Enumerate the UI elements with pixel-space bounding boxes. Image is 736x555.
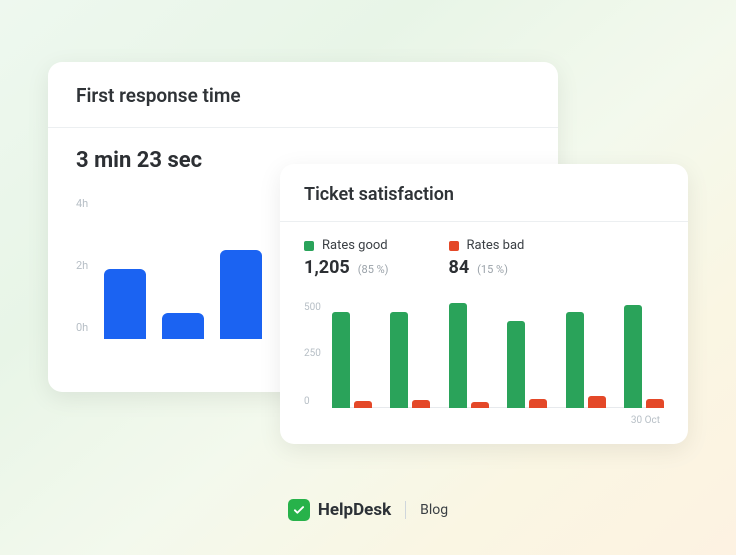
legend-good-pct: (85 %) [358, 263, 389, 276]
footer-blog-label: Blog [420, 502, 448, 518]
card-body: Rates good 1,205 (85 %) Rates bad 84 (15… [280, 222, 688, 440]
first-response-time-chart: 4h 2h 0h [76, 191, 306, 351]
ticket-satisfaction-card: Ticket satisfaction Rates good 1,205 (85… [280, 164, 688, 444]
legend-rates-good: Rates good 1,205 (85 %) [304, 238, 389, 278]
y-axis-label: 2h [76, 259, 88, 272]
chart-bar-bad [471, 402, 489, 408]
chart-plot-area [332, 296, 664, 408]
chart-bar-good [332, 312, 350, 408]
y-axis-label: 0 [304, 396, 310, 407]
brand: HelpDesk [288, 499, 391, 521]
footer: HelpDesk Blog [0, 499, 736, 521]
legend-rates-bad: Rates bad 84 (15 %) [449, 238, 525, 278]
chart-bar-bad [354, 401, 372, 408]
chart-bar-good [507, 321, 525, 408]
legend-label: Rates good [322, 238, 388, 253]
chart-bar [104, 269, 146, 339]
x-axis-label: 30 Oct [631, 415, 660, 426]
footer-separator [405, 501, 406, 519]
chart-bar-group [566, 312, 606, 408]
card-title: First response time [76, 84, 530, 107]
chart-bar-good [390, 312, 408, 408]
chart-bar-group [390, 312, 430, 408]
brand-name: HelpDesk [318, 500, 391, 520]
chart-bar-group [624, 305, 664, 408]
chart-bar-group [449, 303, 489, 408]
chart-bar-bad [588, 396, 606, 408]
y-axis-label: 500 [304, 302, 321, 313]
chart-legend: Rates good 1,205 (85 %) Rates bad 84 (15… [304, 238, 664, 278]
legend-swatch-good [304, 241, 314, 251]
legend-good-value: 1,205 [304, 257, 350, 278]
chart-bar-good [624, 305, 642, 408]
chart-bar-group [507, 321, 547, 408]
y-axis-label: 250 [304, 348, 321, 359]
card-header: Ticket satisfaction [280, 164, 688, 222]
y-axis-label: 0h [76, 321, 88, 334]
chart-bar-bad [529, 399, 547, 408]
legend-bad-pct: (15 %) [477, 263, 508, 276]
chart-bar-good [566, 312, 584, 408]
helpdesk-logo-icon [288, 499, 310, 521]
ticket-satisfaction-chart: 500 250 0 30 Oct [304, 296, 664, 426]
card-header: First response time [48, 62, 558, 128]
chart-bar-good [449, 303, 467, 408]
legend-swatch-bad [449, 241, 459, 251]
legend-bad-value: 84 [449, 257, 470, 278]
chart-bar-group [332, 312, 372, 408]
chart-plot-area [104, 191, 306, 339]
chart-bar-bad [412, 400, 430, 408]
chart-bar-bad [646, 399, 664, 408]
chart-bar [162, 313, 204, 339]
card-title: Ticket satisfaction [304, 184, 664, 205]
y-axis-label: 4h [76, 197, 88, 210]
legend-label: Rates bad [467, 238, 525, 253]
chart-bar [220, 250, 262, 339]
